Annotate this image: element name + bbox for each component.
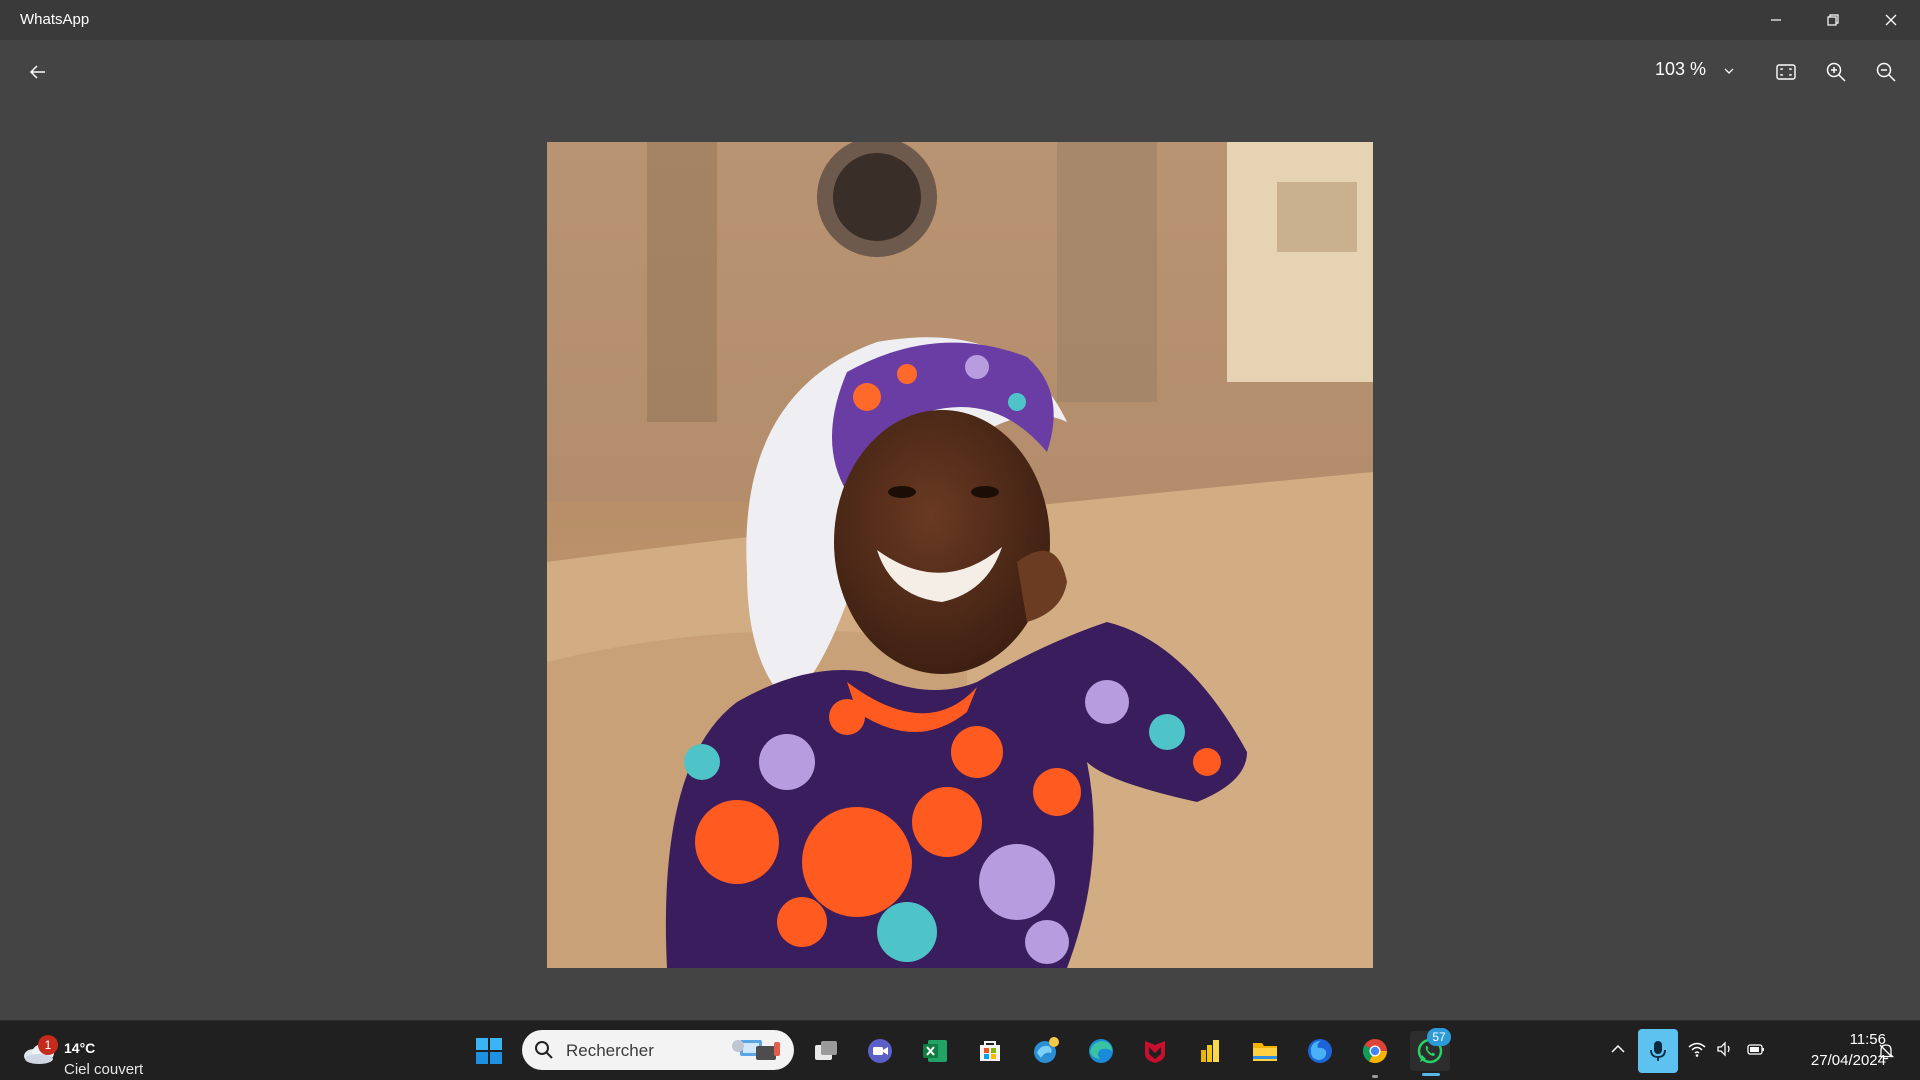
close-icon <box>1885 14 1897 26</box>
minimize-button[interactable] <box>1748 0 1804 40</box>
arrow-left-icon <box>29 65 45 79</box>
chart-bars-icon <box>1201 1040 1219 1062</box>
notification-button[interactable] <box>1874 1037 1898 1065</box>
excel-button[interactable] <box>915 1031 955 1071</box>
weather-desc: Ciel couvert <box>64 1061 144 1078</box>
chrome-button[interactable] <box>1355 1031 1395 1071</box>
zoom-in-icon <box>1826 62 1846 82</box>
taskbar: 1 14°C Ciel couvert Rechercher 57 11:56 … <box>0 1020 1920 1080</box>
weather-temp: 14°C <box>64 1040 96 1056</box>
chrome-icon <box>1362 1039 1387 1064</box>
chevron-up-icon <box>1611 1044 1625 1053</box>
volume-button[interactable] <box>1713 1037 1737 1061</box>
edge-beta-icon <box>1034 1037 1059 1063</box>
mcafee-button[interactable] <box>1135 1031 1175 1071</box>
restore-icon <box>1827 14 1839 26</box>
excel-icon <box>923 1040 947 1062</box>
viewer-toolbar: 103 % <box>0 40 1920 100</box>
task-view-icon <box>815 1041 837 1060</box>
zoom-out-icon <box>1876 62 1896 82</box>
restore-button[interactable] <box>1805 0 1861 40</box>
zoom-in-button[interactable] <box>1820 56 1852 88</box>
close-button[interactable] <box>1863 0 1919 40</box>
store-icon <box>980 1041 1000 1061</box>
folder-icon <box>1253 1043 1277 1061</box>
clock-date[interactable]: 27/04/2024 <box>1786 1052 1886 1069</box>
chrome-running-indicator <box>1372 1075 1378 1078</box>
start-button[interactable] <box>469 1031 509 1071</box>
battery-button[interactable] <box>1744 1037 1768 1061</box>
search-box[interactable]: Rechercher <box>522 1030 794 1070</box>
firefox-button[interactable] <box>1300 1031 1340 1071</box>
zoom-dropdown-button[interactable] <box>1718 60 1740 82</box>
portrait-photo <box>547 142 1373 968</box>
shield-icon <box>1145 1041 1165 1063</box>
app-title: WhatsApp <box>20 11 90 28</box>
edge-icon <box>1089 1039 1113 1063</box>
video-chat-button[interactable] <box>860 1031 900 1071</box>
whatsapp-active-indicator <box>1422 1073 1440 1076</box>
edge-button[interactable] <box>1081 1031 1121 1071</box>
fit-to-window-button[interactable] <box>1770 56 1802 88</box>
wifi-icon <box>1688 1042 1706 1057</box>
search-highlight-icon <box>732 1040 780 1060</box>
search-icon <box>535 1041 553 1059</box>
notification-icon <box>1877 1044 1895 1060</box>
wifi-button[interactable] <box>1685 1037 1709 1061</box>
whatsapp-badge: 57 <box>1427 1028 1451 1046</box>
task-view-button[interactable] <box>806 1031 846 1071</box>
fit-to-window-icon <box>1776 64 1796 80</box>
minimize-icon <box>1771 19 1781 21</box>
zoom-out-button[interactable] <box>1870 56 1902 88</box>
power-bi-button[interactable] <box>1190 1031 1230 1071</box>
file-explorer-button[interactable] <box>1245 1031 1285 1071</box>
title-bar: WhatsApp <box>0 0 1920 40</box>
microphone-button[interactable] <box>1638 1029 1678 1073</box>
microphone-icon <box>1650 1041 1666 1061</box>
store-button[interactable] <box>970 1031 1010 1071</box>
weather-badge: 1 <box>38 1035 58 1055</box>
video-chat-icon <box>868 1039 892 1063</box>
weather-widget[interactable]: 1 14°C Ciel couvert <box>20 1029 180 1078</box>
search-placeholder: Rechercher <box>566 1041 654 1060</box>
zoom-level[interactable]: 103 % <box>1655 59 1706 80</box>
back-button[interactable] <box>22 56 54 88</box>
battery-icon <box>1747 1044 1764 1055</box>
edge-beta-button[interactable] <box>1026 1031 1066 1071</box>
firefox-icon <box>1308 1039 1332 1063</box>
show-hidden-icons-button[interactable] <box>1606 1037 1630 1061</box>
volume-icon <box>1717 1041 1730 1057</box>
chevron-down-icon <box>1724 68 1734 74</box>
windows-logo-icon <box>476 1038 502 1064</box>
